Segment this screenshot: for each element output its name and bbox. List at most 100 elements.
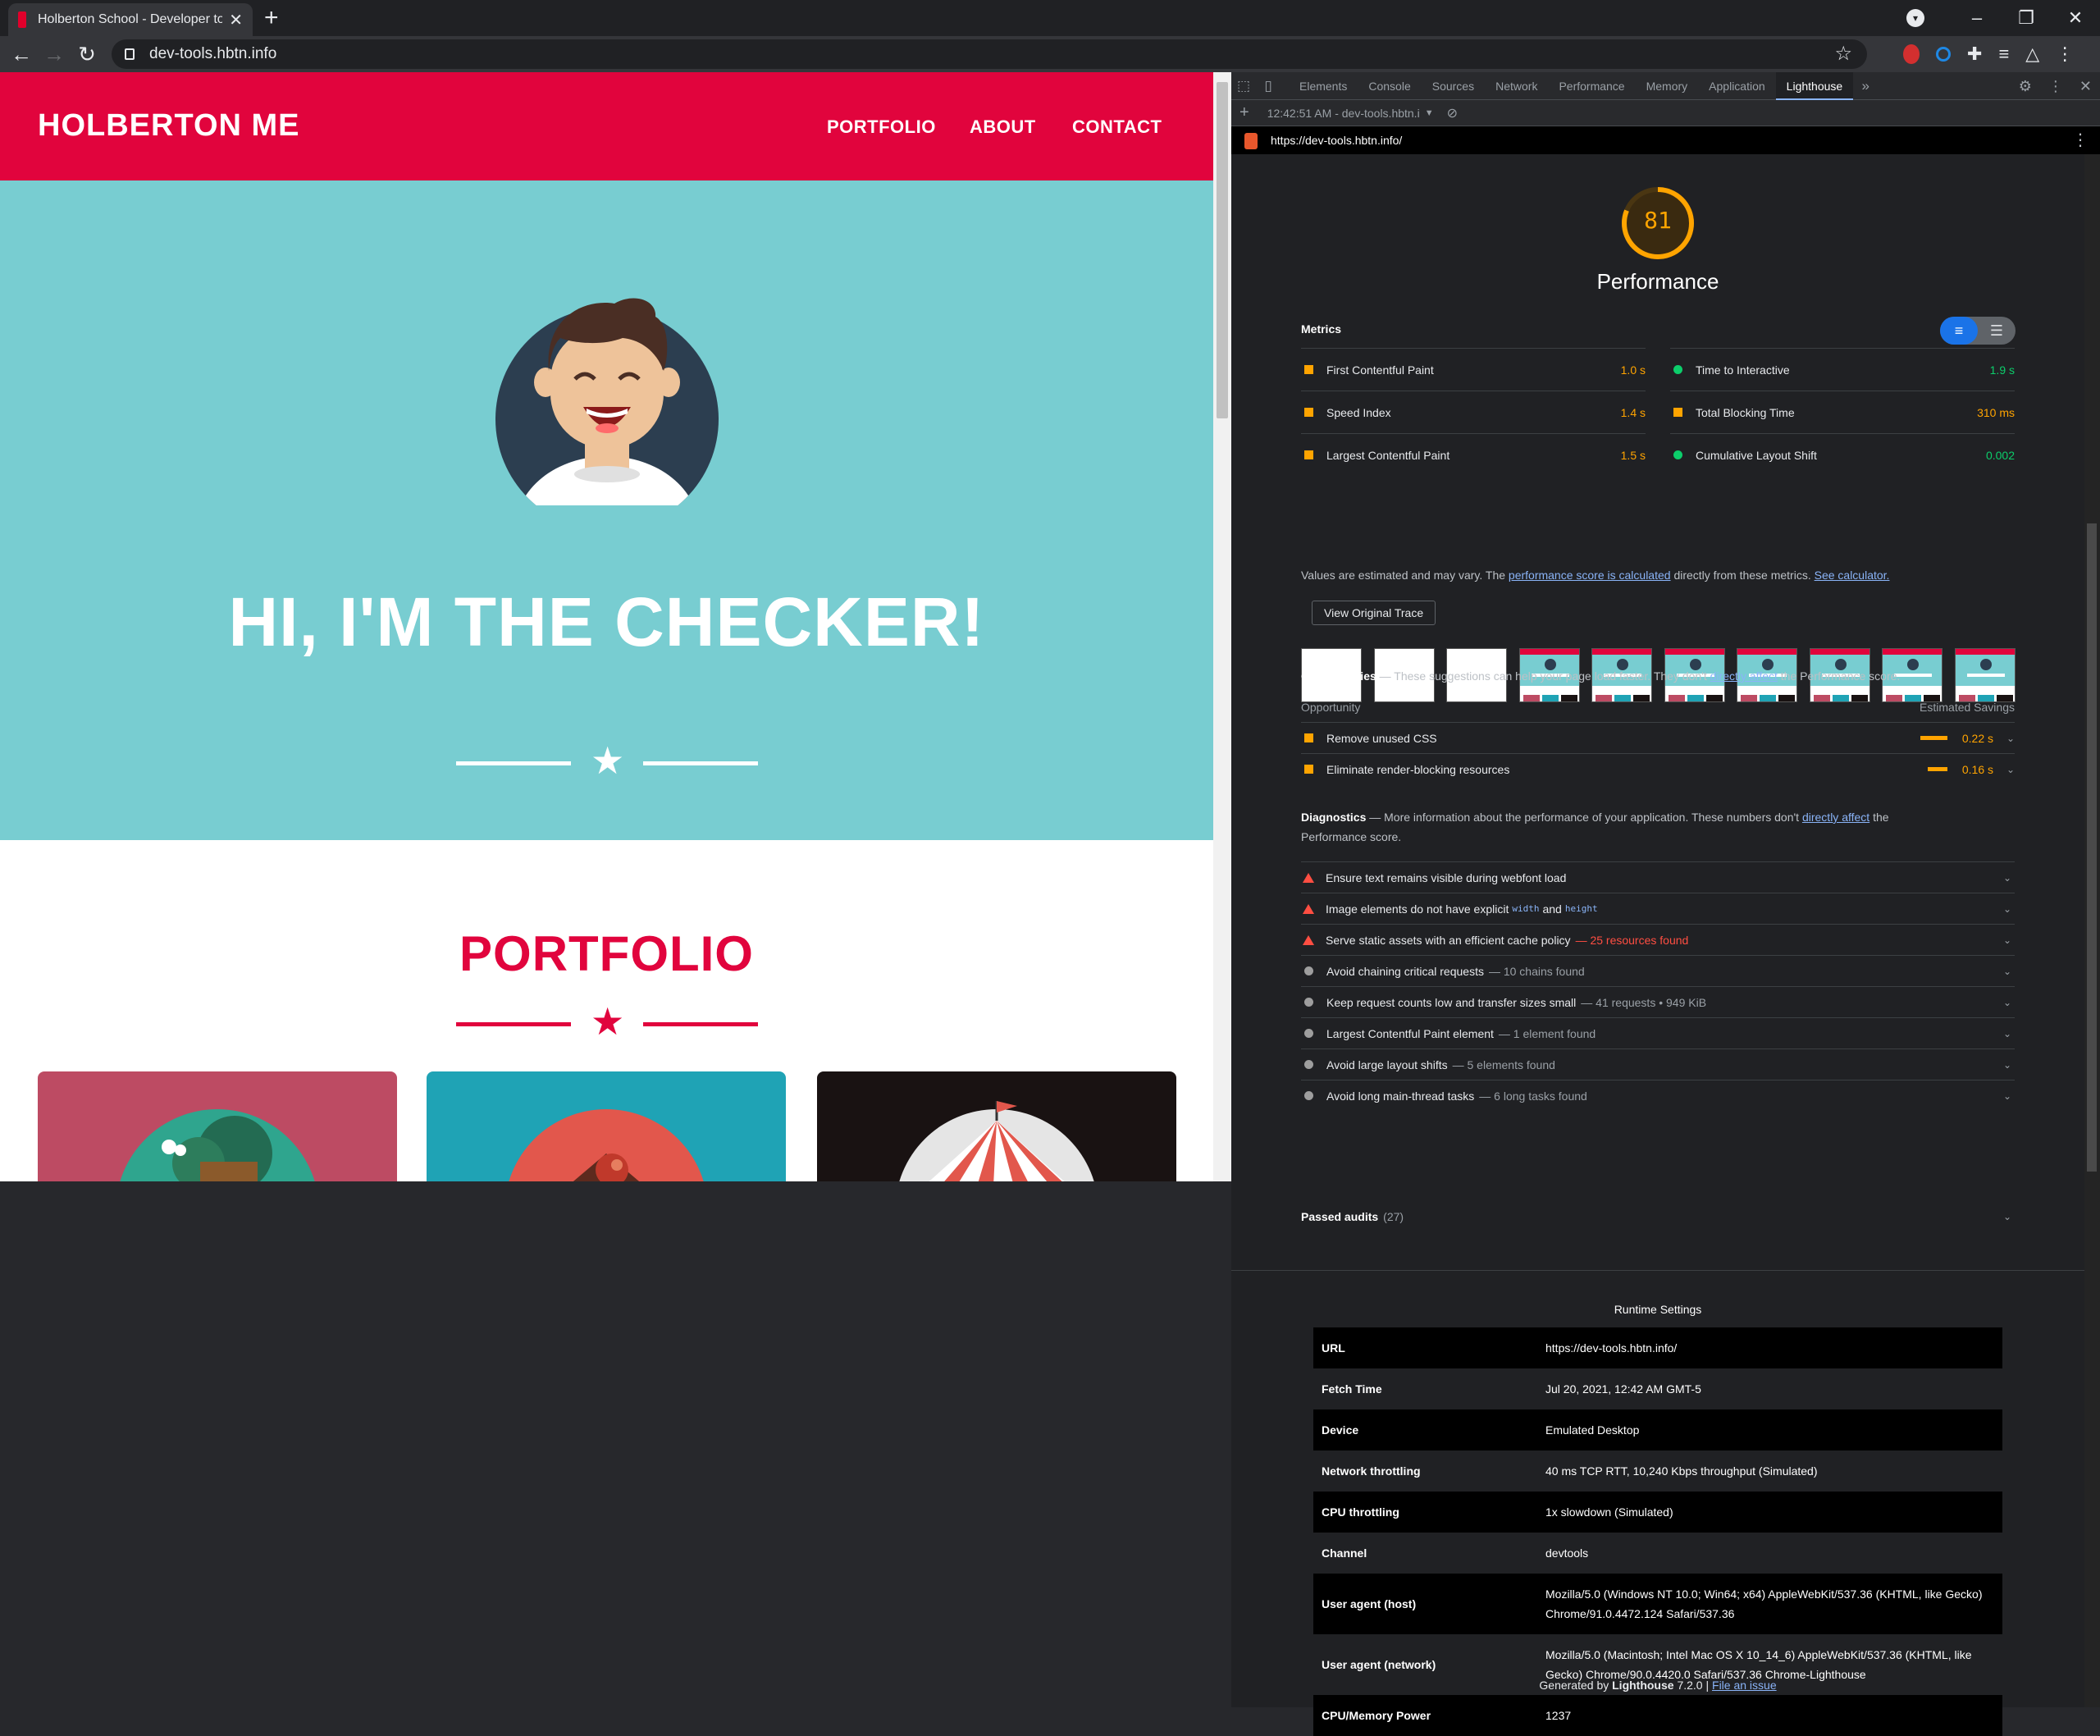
site-favicon-icon <box>18 11 26 28</box>
tab-application[interactable]: Application <box>1698 72 1776 100</box>
site-brand[interactable]: HOLBERTON ME <box>38 108 300 144</box>
diagnostic-row[interactable]: Avoid chaining critical requests — 10 cha… <box>1301 955 2015 986</box>
directly-affect-link[interactable]: directly affect <box>1710 669 1778 683</box>
page-scrollbar-thumb[interactable] <box>1217 82 1228 418</box>
chevron-down-icon[interactable]: ⌄ <box>2003 1059 2011 1071</box>
metric-row: Cumulative Layout Shift 0.002 <box>1670 433 2015 476</box>
chevron-down-icon[interactable]: ⌄ <box>2003 1090 2011 1102</box>
diagnostics-desc: Performance score. <box>1301 830 1402 843</box>
runtime-row: CPU throttling 1x slowdown (Simulated) <box>1313 1492 2002 1533</box>
close-window-icon[interactable]: ✕ <box>2051 7 2100 29</box>
nav-about[interactable]: ABOUT <box>970 116 1036 138</box>
portfolio-card-cabin[interactable] <box>38 1071 397 1181</box>
minimize-icon[interactable]: – <box>1952 7 2002 29</box>
page-scrollbar[interactable] <box>1213 72 1231 1181</box>
diagnostic-row[interactable]: Largest Contentful Paint element — 1 elem… <box>1301 1017 2015 1048</box>
footer-text: Generated by <box>1539 1679 1613 1692</box>
reading-list-icon[interactable]: ≡ <box>1998 43 2009 65</box>
chevron-down-icon[interactable]: ⌄ <box>2003 997 2011 1008</box>
passed-audits[interactable]: Passed audits (27) ⌄ <box>1301 1203 2015 1231</box>
diagnostic-name: Avoid chaining critical requests <box>1326 964 1484 978</box>
tab-search-icon[interactable]: ▾ <box>1906 9 1924 27</box>
diagnostic-row[interactable]: Image elements do not have explicit width… <box>1301 893 2015 924</box>
runtime-key: URL <box>1322 1341 1345 1355</box>
tab-performance[interactable]: Performance <box>1548 72 1635 100</box>
savings-bar <box>1920 736 1947 740</box>
code-width: width <box>1512 903 1540 914</box>
divider-line <box>456 1022 571 1026</box>
extension-triangle-icon[interactable]: △ <box>2025 43 2039 65</box>
chevron-down-icon[interactable]: ⌄ <box>1993 764 2015 775</box>
chevron-down-icon[interactable]: ▼ <box>1425 108 1434 118</box>
extension-red-icon[interactable] <box>1903 44 1920 64</box>
clear-report-icon[interactable]: ⊘ <box>1447 105 1458 121</box>
opportunity-row[interactable]: Remove unused CSS 0.22 s ⌄ <box>1301 722 2015 753</box>
tab-console[interactable]: Console <box>1358 72 1421 100</box>
score-calculated-link[interactable]: performance score is calculated <box>1509 569 1671 582</box>
nav-contact[interactable]: CONTACT <box>1072 116 1162 138</box>
chevron-down-icon[interactable]: ⌄ <box>2003 872 2011 884</box>
diagnostic-row[interactable]: Keep request counts low and transfer siz… <box>1301 986 2015 1017</box>
back-arrow-icon[interactable]: ← <box>5 42 38 67</box>
nav-portfolio[interactable]: PORTFOLIO <box>827 116 936 138</box>
report-menu-icon[interactable]: ⋮ <box>2072 130 2089 150</box>
diagnostic-row[interactable]: Avoid large layout shifts — 5 elements fo… <box>1301 1048 2015 1080</box>
bookmark-star-icon[interactable]: ☆ <box>1834 42 1852 66</box>
close-tab-icon[interactable]: ✕ <box>229 10 243 30</box>
filmstrip-frame <box>1954 648 2016 702</box>
chevron-down-icon[interactable]: ⌄ <box>2003 903 2011 915</box>
extensions-area: ✚ ≡ △ ⋮ <box>1903 36 2074 72</box>
file-an-issue-link[interactable]: File an issue <box>1712 1679 1777 1692</box>
tab-sources[interactable]: Sources <box>1422 72 1485 100</box>
new-tab-icon[interactable]: + <box>264 5 279 31</box>
devtools-scrollbar-thumb[interactable] <box>2087 523 2097 1172</box>
portfolio-card-circus[interactable] <box>817 1071 1176 1181</box>
tab-lighthouse[interactable]: Lighthouse <box>1775 71 1854 100</box>
compact-view-icon[interactable]: ≡ <box>1940 317 1978 345</box>
inspect-element-icon[interactable]: ⬚ <box>1231 78 1256 94</box>
chevron-down-icon[interactable]: ⌄ <box>2003 1211 2011 1222</box>
extensions-puzzle-icon[interactable]: ✚ <box>1967 43 1982 65</box>
see-calculator-link[interactable]: See calculator. <box>1815 569 1890 582</box>
chevron-down-icon[interactable]: ⌄ <box>2003 934 2011 946</box>
diagnostic-row[interactable]: Serve static assets with an efficient ca… <box>1301 924 2015 955</box>
diagnostic-row[interactable]: Ensure text remains visible during webfo… <box>1301 861 2015 893</box>
chevron-down-icon[interactable]: ⌄ <box>1993 733 2015 744</box>
divider-line <box>456 761 571 765</box>
tab-network[interactable]: Network <box>1485 72 1548 100</box>
diagnostic-row[interactable]: Avoid long main-thread tasks — 6 long tas… <box>1301 1080 2015 1111</box>
opportunities-header: Opportunities — These suggestions can he… <box>1301 666 1900 686</box>
devtools-panel: ⬚ ▯ Elements Console Sources Network Per… <box>1231 71 2100 1736</box>
more-tabs-icon[interactable]: » <box>1853 78 1878 94</box>
device-toolbar-icon[interactable]: ▯ <box>1256 78 1281 94</box>
portfolio-card-cake[interactable] <box>427 1071 786 1181</box>
expanded-view-icon[interactable]: ☰ <box>1978 317 2016 345</box>
runtime-row: Network throttling 40 ms TCP RTT, 10,240 … <box>1313 1450 2002 1492</box>
devtools-menu-icon[interactable]: ⋮ <box>2048 78 2063 95</box>
tab-elements[interactable]: Elements <box>1289 72 1358 100</box>
address-bar[interactable]: dev-tools.hbtn.info ☆ <box>112 39 1867 69</box>
reload-icon[interactable]: ↻ <box>71 42 103 67</box>
generated-footer: Generated by Lighthouse 7.2.0 | File an … <box>1231 1679 2084 1692</box>
browser-menu-icon[interactable]: ⋮ <box>2056 43 2074 65</box>
directly-affect-link[interactable]: directly affect <box>1802 811 1869 824</box>
metrics-view-toggle[interactable]: ≡ ☰ <box>1940 317 2016 345</box>
passed-audits-count: (27) <box>1383 1210 1404 1223</box>
devtools-scrollbar[interactable] <box>2084 154 2100 1707</box>
chevron-down-icon[interactable]: ⌄ <box>2003 966 2011 977</box>
info-circle-icon <box>1304 1029 1313 1038</box>
restore-icon[interactable]: ❐ <box>2002 7 2051 29</box>
runtime-key: Channel <box>1322 1546 1367 1560</box>
extension-blue-icon[interactable] <box>1936 47 1951 62</box>
view-original-trace-button[interactable]: View Original Trace <box>1312 601 1436 625</box>
settings-gear-icon[interactable]: ⚙ <box>2019 78 2032 95</box>
forward-arrow-icon[interactable]: → <box>38 42 71 67</box>
opportunity-row[interactable]: Eliminate render-blocking resources 0.16 … <box>1301 753 2015 784</box>
chevron-down-icon[interactable]: ⌄ <box>2003 1028 2011 1039</box>
runtime-row: Device Emulated Desktop <box>1313 1409 2002 1450</box>
tab-memory[interactable]: Memory <box>1636 72 1699 100</box>
close-devtools-icon[interactable]: ✕ <box>2079 78 2092 95</box>
browser-tab[interactable]: Holberton School - Developer to ✕ <box>8 3 253 36</box>
new-report-icon[interactable]: + <box>1239 103 1249 122</box>
report-selector[interactable]: 12:42:51 AM - dev-tools.hbtn.i <box>1267 107 1420 120</box>
